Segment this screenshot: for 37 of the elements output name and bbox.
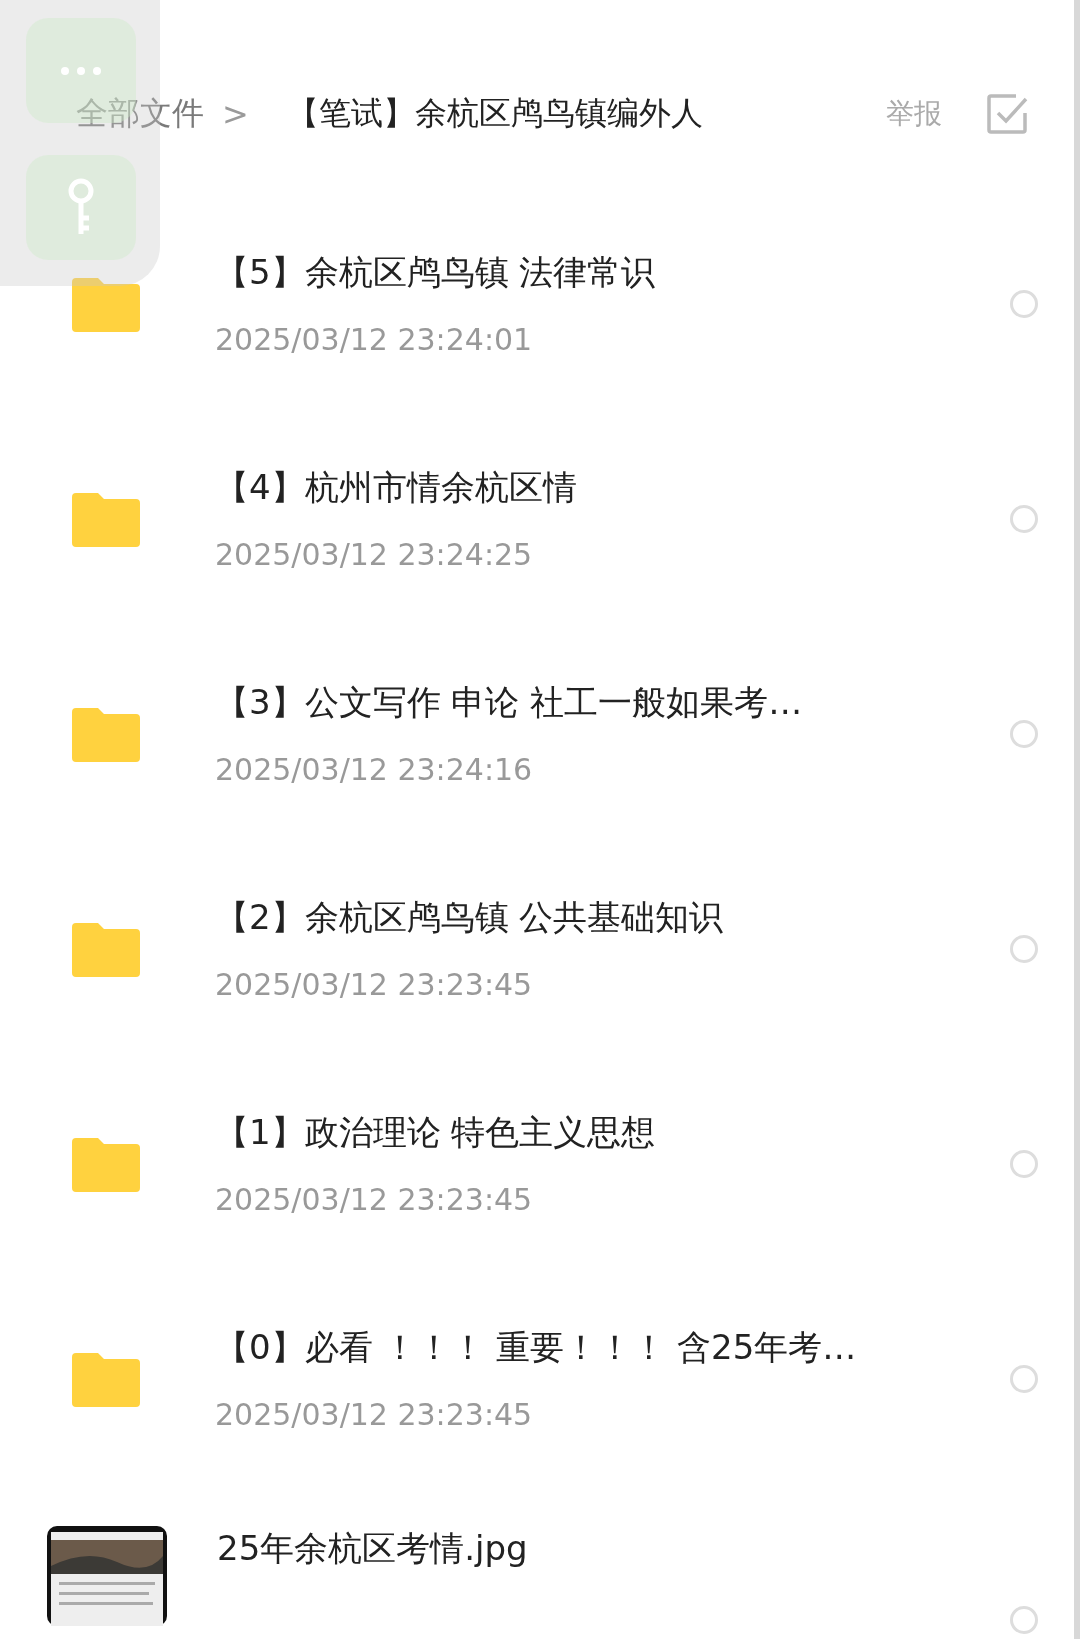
file-name: 【2】余杭区鸬鸟镇 公共基础知识 <box>215 896 725 939</box>
select-radio[interactable] <box>1010 1606 1038 1634</box>
folder-icon <box>72 275 140 332</box>
file-name: 【1】政治理论 特色主义思想 <box>215 1111 657 1154</box>
file-date: 2025/03/12 23:24:16 <box>215 752 534 787</box>
folder-icon <box>72 490 140 547</box>
folder-icon <box>72 705 140 762</box>
file-date: 2025/03/12 23:24:25 <box>215 537 534 572</box>
more-icon[interactable] <box>60 65 102 76</box>
file-row[interactable]: 【2】余杭区鸬鸟镇 公共基础知识 2025/03/12 23:23:45 <box>0 841 1074 1056</box>
folder-icon <box>72 920 140 977</box>
folder-icon <box>72 1350 140 1407</box>
file-date: 2025/03/12 23:23:45 <box>215 967 534 1002</box>
select-radio[interactable] <box>1010 289 1038 318</box>
file-row[interactable]: 25年余杭区考情.jpg <box>0 1486 1074 1639</box>
file-name: 【5】余杭区鸬鸟镇 法律常识 <box>215 251 657 294</box>
checkbox-icon[interactable] <box>986 93 1028 135</box>
file-row[interactable]: 【0】必看 ！！！ 重要！！！ 含25年考… 2025/03/12 23:23:45 <box>0 1271 1074 1486</box>
select-radio[interactable] <box>1010 504 1038 533</box>
file-date: 2025/03/12 23:23:45 <box>215 1182 534 1217</box>
breadcrumb-separator: > <box>222 95 249 133</box>
breadcrumb-current: 【笔试】余杭区鸬鸟镇编外人 <box>286 93 704 134</box>
select-radio[interactable] <box>1010 934 1038 963</box>
file-row[interactable]: 【3】公文写作 申论 社工一般如果考… 2025/03/12 23:24:16 <box>0 626 1074 841</box>
file-name: 【3】公文写作 申论 社工一般如果考… <box>215 681 804 724</box>
file-row[interactable]: 【4】杭州市情余杭区情 2025/03/12 23:24:25 <box>0 411 1074 626</box>
file-row[interactable]: 【5】余杭区鸬鸟镇 法律常识 2025/03/12 23:24:01 <box>0 196 1074 411</box>
select-radio[interactable] <box>1010 1364 1038 1393</box>
file-date: 2025/03/12 23:23:45 <box>215 1397 534 1432</box>
folder-icon <box>72 1135 140 1192</box>
file-name: 【0】必看 ！！！ 重要！！！ 含25年考… <box>215 1326 858 1369</box>
select-radio[interactable] <box>1010 719 1038 748</box>
file-name: 【4】杭州市情余杭区情 <box>215 466 578 509</box>
file-name: 25年余杭区考情.jpg <box>217 1527 529 1570</box>
select-radio[interactable] <box>1010 1149 1038 1178</box>
file-date: 2025/03/12 23:24:01 <box>215 322 534 357</box>
file-row[interactable]: 【1】政治理论 特色主义思想 2025/03/12 23:23:45 <box>0 1056 1074 1271</box>
